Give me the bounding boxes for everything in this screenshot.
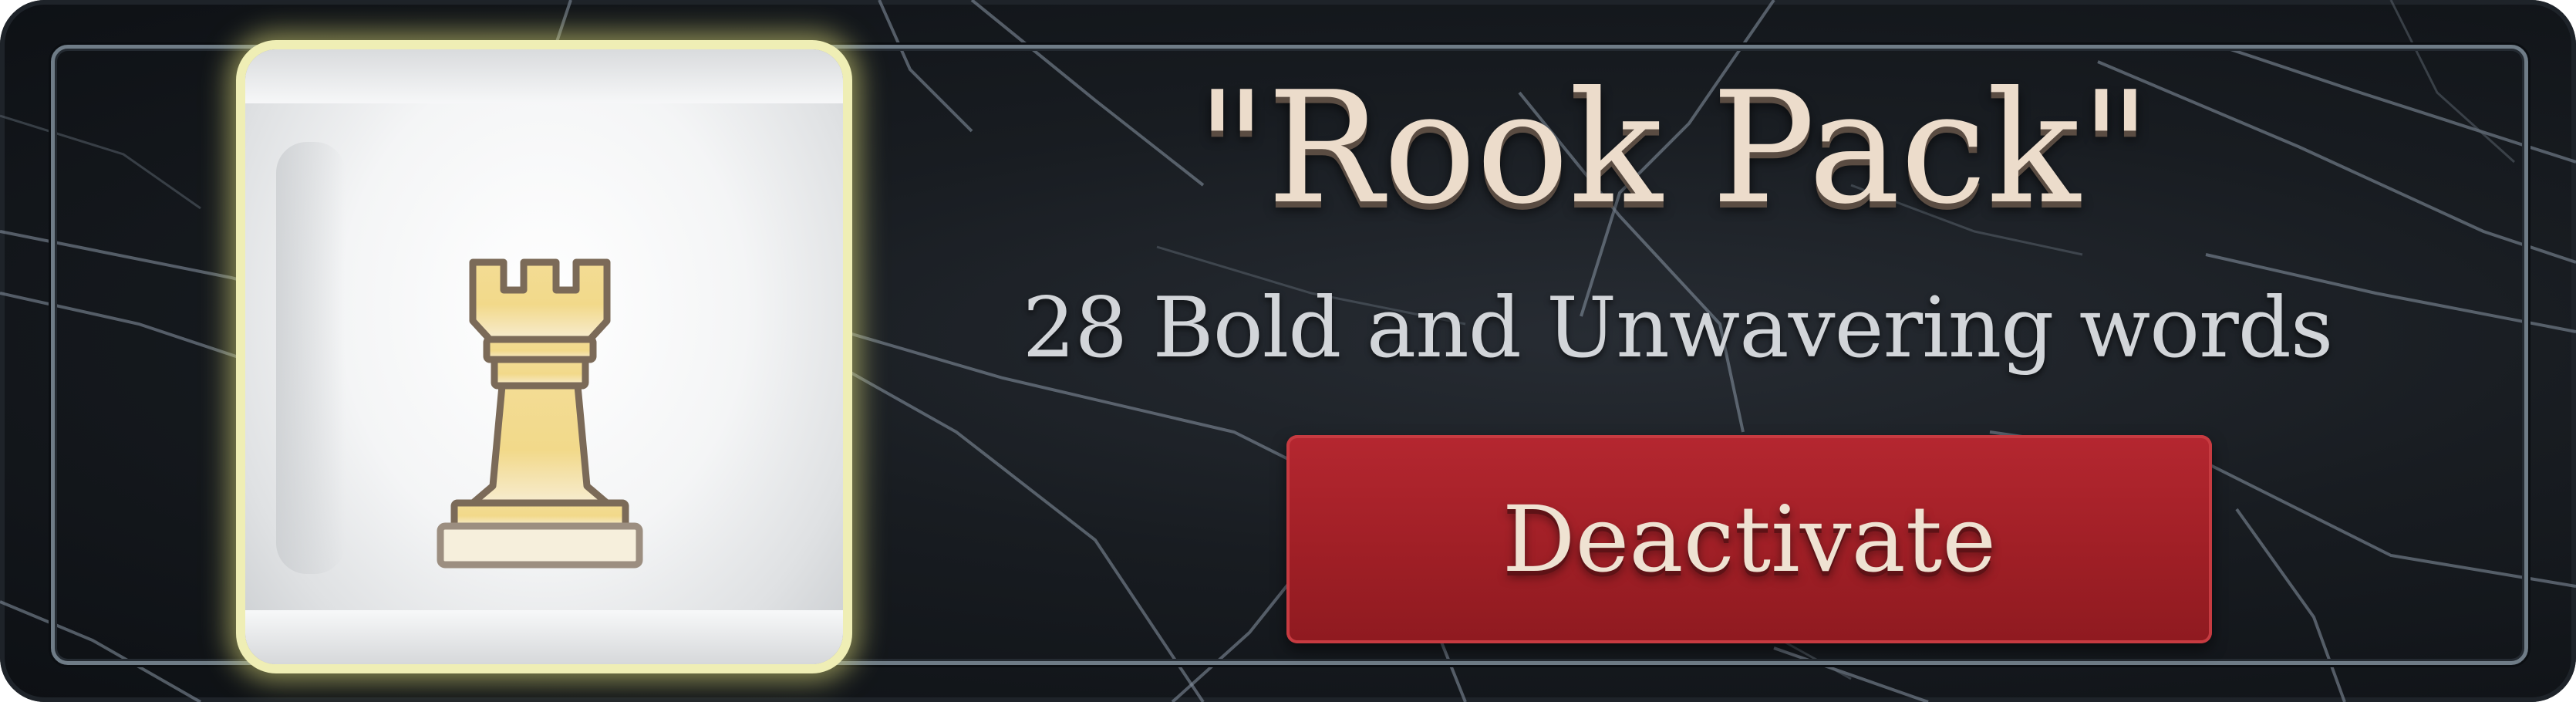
rook-icon <box>437 258 643 569</box>
pack-subtitle: 28 Bold and Unwavering words <box>1022 280 2334 376</box>
deactivate-button[interactable]: Deactivate <box>1286 435 2212 643</box>
pack-crimp-bottom <box>245 610 843 664</box>
pack-crimp-top <box>245 49 843 103</box>
pack-shine <box>276 142 346 574</box>
pack-title: "Rook Pack" <box>1195 59 2152 238</box>
deactivate-button-label: Deactivate <box>1502 486 1997 592</box>
pack-card: "Rook Pack" 28 Bold and Unwavering words… <box>0 0 2576 702</box>
